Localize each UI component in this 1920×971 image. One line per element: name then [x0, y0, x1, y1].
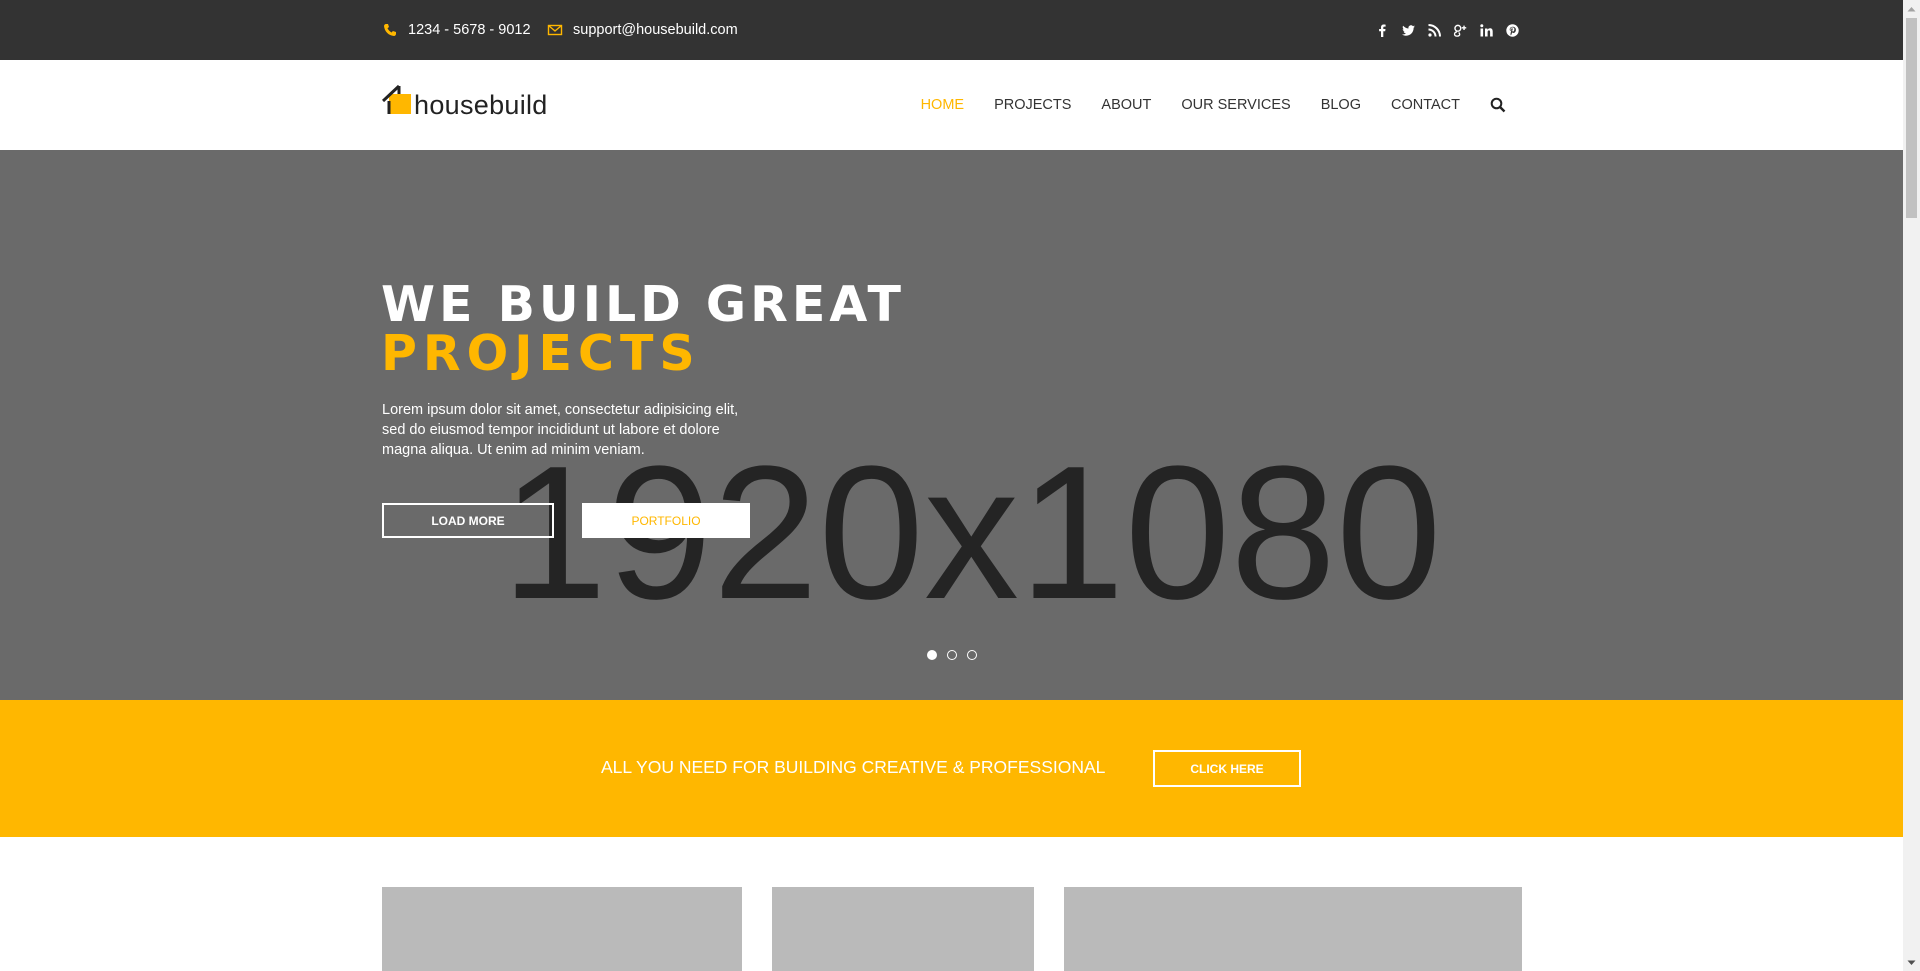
hero-placeholder-text: 1920x1080 — [501, 427, 1442, 639]
envelope-icon — [547, 22, 563, 38]
pinterest-icon[interactable] — [1505, 23, 1520, 38]
hero-description: Lorem ipsum dolor sit amet, consectetur … — [382, 402, 739, 458]
linkedin-icon[interactable] — [1479, 23, 1494, 38]
rss-icon[interactable] — [1427, 23, 1442, 38]
facebook-icon[interactable] — [1375, 23, 1390, 38]
logo-text: housebuild — [414, 90, 548, 120]
project-card-image-1[interactable] — [382, 887, 742, 971]
hero-slider: 1920x1080 — [0, 150, 1903, 700]
page-scrollbar[interactable] — [1903, 0, 1920, 971]
scrollbar-thumb[interactable] — [1906, 18, 1917, 218]
house-logo-icon — [381, 83, 412, 120]
top-bar: 1234 - 5678 - 9012 support@housebuild.co… — [0, 0, 1903, 60]
scroll-down-arrow-icon[interactable] — [1903, 954, 1920, 971]
search-icon[interactable] — [1490, 97, 1506, 113]
hero-title-line1: WE BUILD GREAT — [381, 276, 905, 333]
phone-icon — [382, 22, 398, 38]
nav-blog[interactable]: BLOG — [1321, 97, 1361, 113]
page: 1234 - 5678 - 9012 support@housebuild.co… — [0, 0, 1903, 971]
phone-number: 1234 - 5678 - 9012 — [408, 22, 531, 38]
main-nav: HOME PROJECTS ABOUT OUR SERVICES BLOG CO… — [891, 60, 1506, 150]
nav-contact[interactable]: CONTACT — [1391, 97, 1460, 113]
slider-dots — [927, 650, 977, 660]
email-contact[interactable]: support@housebuild.com — [547, 0, 738, 60]
slider-dot-1[interactable] — [927, 650, 937, 660]
portfolio-button[interactable]: PORTFOLIO — [582, 503, 750, 538]
slider-dot-3[interactable] — [967, 650, 977, 660]
google-plus-icon[interactable] — [1453, 23, 1468, 38]
click-here-button[interactable]: CLICK HERE — [1153, 750, 1301, 787]
project-card-image-2[interactable] — [772, 887, 1034, 971]
social-links — [1375, 0, 1520, 60]
load-more-button[interactable]: LOAD MORE — [382, 503, 554, 538]
nav-about[interactable]: ABOUT — [1101, 97, 1151, 113]
hero-title-line2: PROJECTS — [381, 325, 701, 382]
phone-contact[interactable]: 1234 - 5678 - 9012 — [382, 0, 531, 60]
cta-text: ALL YOU NEED FOR BUILDING CREATIVE & PRO… — [601, 757, 1106, 777]
project-card-image-3[interactable] — [1064, 887, 1522, 971]
twitter-icon[interactable] — [1401, 23, 1416, 38]
nav-our-services[interactable]: OUR SERVICES — [1181, 97, 1290, 113]
slider-dot-2[interactable] — [947, 650, 957, 660]
nav-home[interactable]: HOME — [921, 97, 965, 113]
email-address: support@housebuild.com — [573, 22, 738, 38]
nav-projects[interactable]: PROJECTS — [994, 97, 1071, 113]
logo[interactable]: housebuild — [381, 84, 548, 120]
scroll-up-arrow-icon[interactable] — [1903, 0, 1920, 17]
